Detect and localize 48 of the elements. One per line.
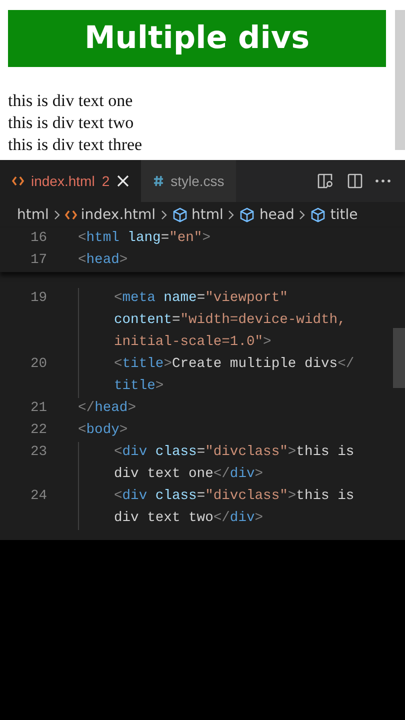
chevron-icon bbox=[298, 210, 306, 220]
line-number: 19 bbox=[29, 290, 47, 308]
cube-icon bbox=[172, 207, 188, 223]
div-text: this is div text two bbox=[8, 112, 134, 134]
line-number: 23 bbox=[29, 444, 47, 462]
editor-tab[interactable]: style.css bbox=[140, 160, 236, 202]
code-line: <meta name="viewport" bbox=[114, 290, 288, 308]
code-line: div text one</div> bbox=[114, 466, 264, 484]
line-number: 24 bbox=[29, 488, 47, 506]
scrollbar[interactable] bbox=[395, 10, 405, 150]
open-preview-icon[interactable] bbox=[317, 173, 335, 189]
code-line: <head> bbox=[78, 252, 128, 270]
breadcrumb-item[interactable]: index.html bbox=[80, 207, 156, 223]
code-line: <title>Create multiple divs</ bbox=[114, 356, 354, 374]
breadcrumb-item[interactable]: html bbox=[17, 207, 49, 223]
code-line: content="width=device-width, bbox=[114, 312, 346, 330]
breadcrumb-item[interactable]: title bbox=[330, 207, 358, 223]
line-number: 21 bbox=[29, 400, 47, 418]
page-heading: Multiple divs bbox=[8, 10, 386, 67]
breadcrumb-item[interactable]: head bbox=[259, 207, 294, 223]
code-line: initial-scale=1.0"> bbox=[114, 334, 272, 352]
cube-icon bbox=[239, 207, 256, 223]
chevron-icon bbox=[227, 210, 236, 220]
code-line: <html lang="en"> bbox=[78, 230, 210, 248]
code-line: <div class="divclass">this is bbox=[114, 444, 354, 462]
split-editor-icon[interactable] bbox=[347, 173, 363, 189]
line-number: 17 bbox=[29, 252, 47, 270]
more-icon[interactable] bbox=[375, 179, 391, 183]
hash-icon bbox=[152, 175, 164, 187]
code-line: <body> bbox=[78, 422, 128, 440]
code-line: div text two</div> bbox=[114, 510, 264, 528]
angle-brackets-icon bbox=[12, 176, 24, 186]
div-text: this is div text one bbox=[8, 90, 133, 112]
scrollbar[interactable] bbox=[393, 328, 405, 388]
close-icon[interactable] bbox=[116, 175, 129, 187]
code-line: </head> bbox=[78, 400, 136, 418]
angle-brackets-icon bbox=[64, 210, 77, 220]
code-line: <div class="divclass">this is bbox=[114, 488, 354, 506]
line-number: 16 bbox=[29, 230, 47, 248]
code-line: title> bbox=[114, 378, 164, 396]
cube-icon bbox=[310, 207, 326, 223]
div-text: this is div text three bbox=[8, 134, 142, 156]
breadcrumb-item[interactable]: html bbox=[192, 207, 224, 223]
line-number: 20 bbox=[29, 356, 47, 374]
line-number: 22 bbox=[29, 422, 47, 440]
editor-tab[interactable]: index.html 2 bbox=[0, 160, 141, 202]
chevron-icon bbox=[160, 210, 168, 220]
chevron-icon bbox=[52, 210, 61, 220]
